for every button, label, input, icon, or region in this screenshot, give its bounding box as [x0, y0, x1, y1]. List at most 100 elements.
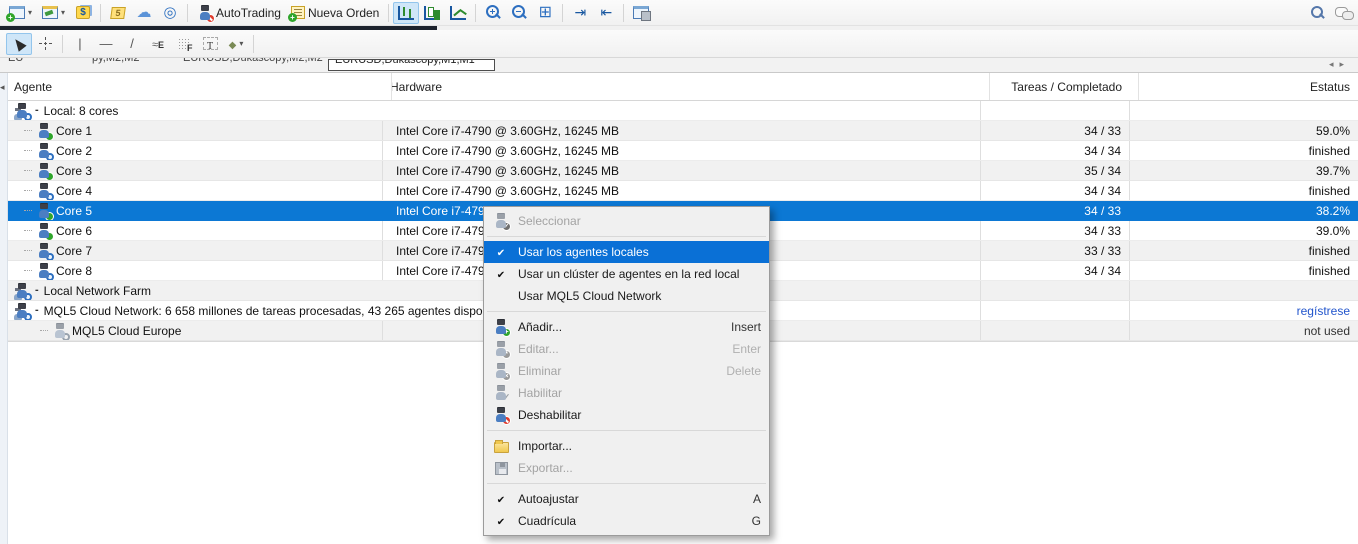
status-cell: not used — [1304, 324, 1350, 338]
chart-tab[interactable]: EURUSD,Dukascopy,M2,M2 — [183, 58, 323, 64]
check-icon — [497, 245, 505, 259]
separator — [253, 35, 254, 53]
menu-separator — [487, 483, 766, 484]
cursor-button[interactable] — [6, 33, 32, 55]
chevron-down-icon: ▾ — [28, 8, 32, 17]
crosshair-button[interactable] — [32, 33, 58, 55]
elliott-wave-button[interactable] — [145, 33, 171, 55]
table-row-core4[interactable]: Core 4 Intel Core i7-4790 @ 3.60GHz, 162… — [8, 181, 1358, 201]
chart-tab[interactable]: EU — [8, 58, 23, 64]
agent-name: MQL5 Cloud Europe — [72, 324, 181, 338]
tile-windows-button[interactable] — [532, 2, 558, 24]
agent-cloud-off-icon — [52, 323, 68, 339]
separator — [388, 4, 389, 22]
auto-scroll-button[interactable] — [567, 2, 593, 24]
agent-delete-icon — [493, 363, 509, 379]
menu-item-autoajustar[interactable]: Autoajustar A — [484, 488, 769, 510]
chat-icon — [1335, 6, 1353, 20]
table-row-core2[interactable]: Core 2 Intel Core i7-4790 @ 3.60GHz, 162… — [8, 141, 1358, 161]
chart-tab[interactable]: py,M2,M2 — [92, 58, 139, 64]
text-tool-icon — [203, 37, 218, 50]
agent-name: Core 4 — [56, 184, 92, 198]
chart-shift-button[interactable] — [593, 2, 619, 24]
chat-button[interactable] — [1330, 2, 1358, 24]
line-chart-button[interactable] — [445, 2, 471, 24]
column-header-agente[interactable]: Agente — [14, 73, 52, 100]
column-header-estatus[interactable]: Estatus — [1310, 73, 1350, 100]
collapse-toggle[interactable]: - — [35, 305, 39, 316]
check-icon — [497, 267, 505, 281]
panel-left-edge[interactable]: ◂ — [0, 73, 8, 544]
check-icon — [497, 514, 505, 528]
cursor-icon — [11, 36, 26, 52]
agent-name: MQL5 Cloud Network: 6 658 millones de ta… — [44, 304, 514, 318]
signals-icon — [163, 5, 176, 20]
text-tool-button[interactable] — [197, 33, 223, 55]
chart-shift-icon — [600, 5, 612, 20]
status-cell: 39.7% — [1131, 161, 1358, 180]
menu-shortcut: A — [753, 492, 761, 506]
menu-item-anadir[interactable]: Añadir... Insert — [484, 316, 769, 338]
chart-tab-label: EURUSD,Dukascopy,M1,M1 — [335, 59, 475, 66]
candlestick-chart-button[interactable] — [419, 2, 445, 24]
fibonacci-button[interactable] — [171, 33, 197, 55]
autotrading-button[interactable]: AutoTrading — [192, 2, 286, 24]
table-row-local-group[interactable]: -Local: 8 cores — [8, 101, 1358, 121]
bar-chart-button[interactable] — [393, 2, 419, 24]
menu-item-label: Exportar... — [518, 461, 761, 475]
menu-item-usar-cluster-red-local[interactable]: Usar un clúster de agentes en la red loc… — [484, 263, 769, 285]
menu-item-label: Añadir... — [518, 320, 719, 334]
mql5-book-button[interactable] — [105, 2, 131, 24]
horizontal-line-icon — [100, 36, 113, 51]
collapse-toggle[interactable]: - — [35, 105, 39, 116]
column-header-tareas[interactable]: Tareas / Completado — [1011, 73, 1122, 100]
agent-enable-icon — [493, 385, 509, 401]
vertical-line-button[interactable] — [67, 33, 93, 55]
agent-running-icon — [36, 223, 52, 239]
new-chart-button[interactable]: ▾ — [4, 2, 37, 24]
hardware-cell: Intel Core i7-4790 @ 3.60GHz, 16245 MB — [384, 161, 981, 180]
register-link[interactable]: regístrese — [1297, 304, 1350, 318]
collapse-toggle[interactable]: - — [35, 285, 39, 296]
horizontal-line-button[interactable] — [93, 33, 119, 55]
menu-item-usar-agentes-locales[interactable]: Usar los agentes locales — [484, 241, 769, 263]
floppy-icon — [495, 462, 508, 475]
check-icon — [497, 492, 505, 506]
agent-name: Core 5 — [56, 204, 92, 218]
agent-name: Local: 8 cores — [44, 104, 119, 118]
menu-item-label: Editar... — [518, 342, 720, 356]
menu-item-label: Usar un clúster de agentes en la red loc… — [518, 267, 761, 281]
column-header-hardware[interactable]: Hardware — [390, 73, 442, 100]
chart-tab-active[interactable]: EURUSD,Dukascopy,M1,M1 — [328, 59, 495, 71]
signals-button[interactable] — [157, 2, 183, 24]
zoom-in-button[interactable] — [480, 2, 506, 24]
agent-name: Core 7 — [56, 244, 92, 258]
menu-item-deshabilitar[interactable]: Deshabilitar — [484, 404, 769, 426]
context-menu: Seleccionar Usar los agentes locales Usa… — [483, 206, 770, 536]
profiles-button[interactable]: ▾ — [37, 2, 70, 24]
tab-scroll-arrows[interactable]: ◂▸ — [1329, 59, 1350, 70]
menu-item-cuadricula[interactable]: Cuadrícula G — [484, 510, 769, 532]
menu-item-label: Importar... — [518, 439, 761, 453]
agent-running-icon — [36, 203, 52, 219]
menu-item-usar-mql5-cloud-network[interactable]: Usar MQL5 Cloud Network — [484, 285, 769, 307]
autotrading-label: AutoTrading — [216, 6, 281, 20]
tasks-cell: 34 / 34 — [981, 141, 1130, 160]
table-row-core3[interactable]: Core 3 Intel Core i7-4790 @ 3.60GHz, 162… — [8, 161, 1358, 181]
table-header: Agente Hardware Tareas / Completado Esta… — [8, 73, 1358, 101]
agent-name: Core 8 — [56, 264, 92, 278]
separator — [62, 35, 63, 53]
trend-line-button[interactable] — [119, 33, 145, 55]
menu-item-importar[interactable]: Importar... — [484, 435, 769, 457]
new-order-button[interactable]: Nueva Orden — [286, 2, 384, 24]
search-button[interactable] — [1304, 2, 1330, 24]
status-cell: finished — [1131, 141, 1358, 160]
market-watch-button[interactable] — [70, 2, 96, 24]
zoom-out-button[interactable] — [506, 2, 532, 24]
agent-finished-icon — [36, 183, 52, 199]
templates-button[interactable] — [628, 2, 654, 24]
tasks-cell: 35 / 34 — [981, 161, 1130, 180]
table-row-core1[interactable]: Core 1 Intel Core i7-4790 @ 3.60GHz, 162… — [8, 121, 1358, 141]
shapes-button[interactable]: ▾ — [223, 33, 249, 55]
community-button[interactable] — [131, 2, 157, 24]
